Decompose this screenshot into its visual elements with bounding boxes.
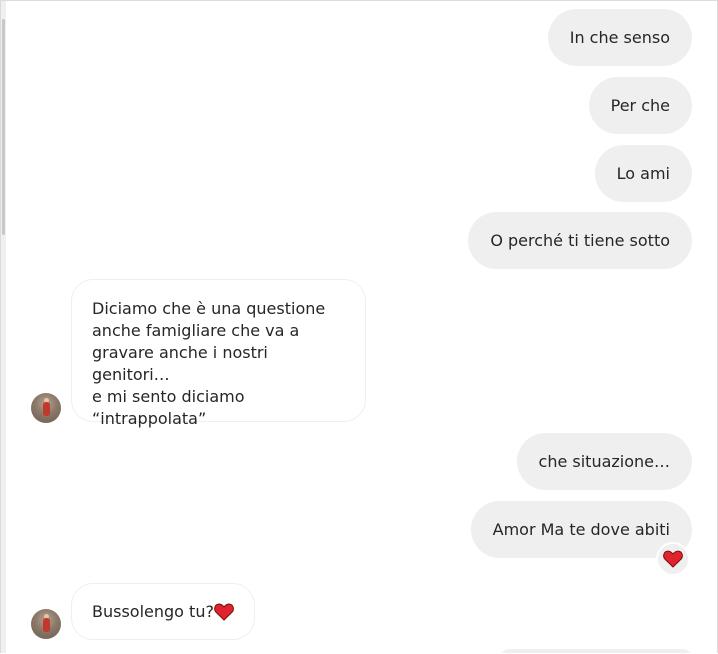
user-avatar[interactable] (31, 393, 61, 423)
scrollbar[interactable] (1, 1, 6, 653)
message-text-line: “intrappolata” (92, 409, 207, 428)
outgoing-message-partial[interactable] (500, 649, 692, 653)
message-text: O perché ti tiene sotto (490, 230, 670, 250)
outgoing-message[interactable]: Per che (588, 77, 692, 134)
red-heart-icon (663, 550, 683, 568)
chat-thread: In che senso Per che Lo ami O perché ti … (0, 0, 718, 653)
message-text: Amor Ma te dove abiti (492, 519, 670, 539)
outgoing-message[interactable]: Lo ami (594, 145, 692, 202)
message-text: In che senso (569, 27, 670, 47)
incoming-message[interactable]: Bussolengo tu? (71, 583, 255, 640)
avatar-photo-detail (43, 402, 50, 416)
outgoing-message[interactable]: In che senso (547, 9, 692, 66)
red-heart-icon (214, 603, 234, 621)
message-text: che situazione… (538, 451, 670, 471)
outgoing-message[interactable]: O perché ti tiene sotto (468, 212, 692, 269)
message-text-line: e mi sento diciamo (92, 387, 245, 406)
message-text-line: gravare anche i nostri genitori… (92, 343, 268, 384)
message-text: Per che (610, 95, 670, 115)
incoming-message[interactable]: Diciamo che è una questione anche famigl… (71, 279, 366, 428)
message-text: Lo ami (616, 163, 670, 183)
avatar-photo-detail (43, 618, 50, 632)
message-text: Bussolengo tu? (92, 601, 214, 621)
outgoing-message[interactable]: che situazione… (516, 433, 692, 490)
message-text-line: Diciamo che è una questione (92, 299, 326, 318)
heart-reaction[interactable] (656, 542, 690, 576)
message-text-line: anche famigliare che va a (92, 321, 300, 340)
scrollbar-thumb[interactable] (2, 19, 5, 235)
user-avatar[interactable] (31, 609, 61, 639)
